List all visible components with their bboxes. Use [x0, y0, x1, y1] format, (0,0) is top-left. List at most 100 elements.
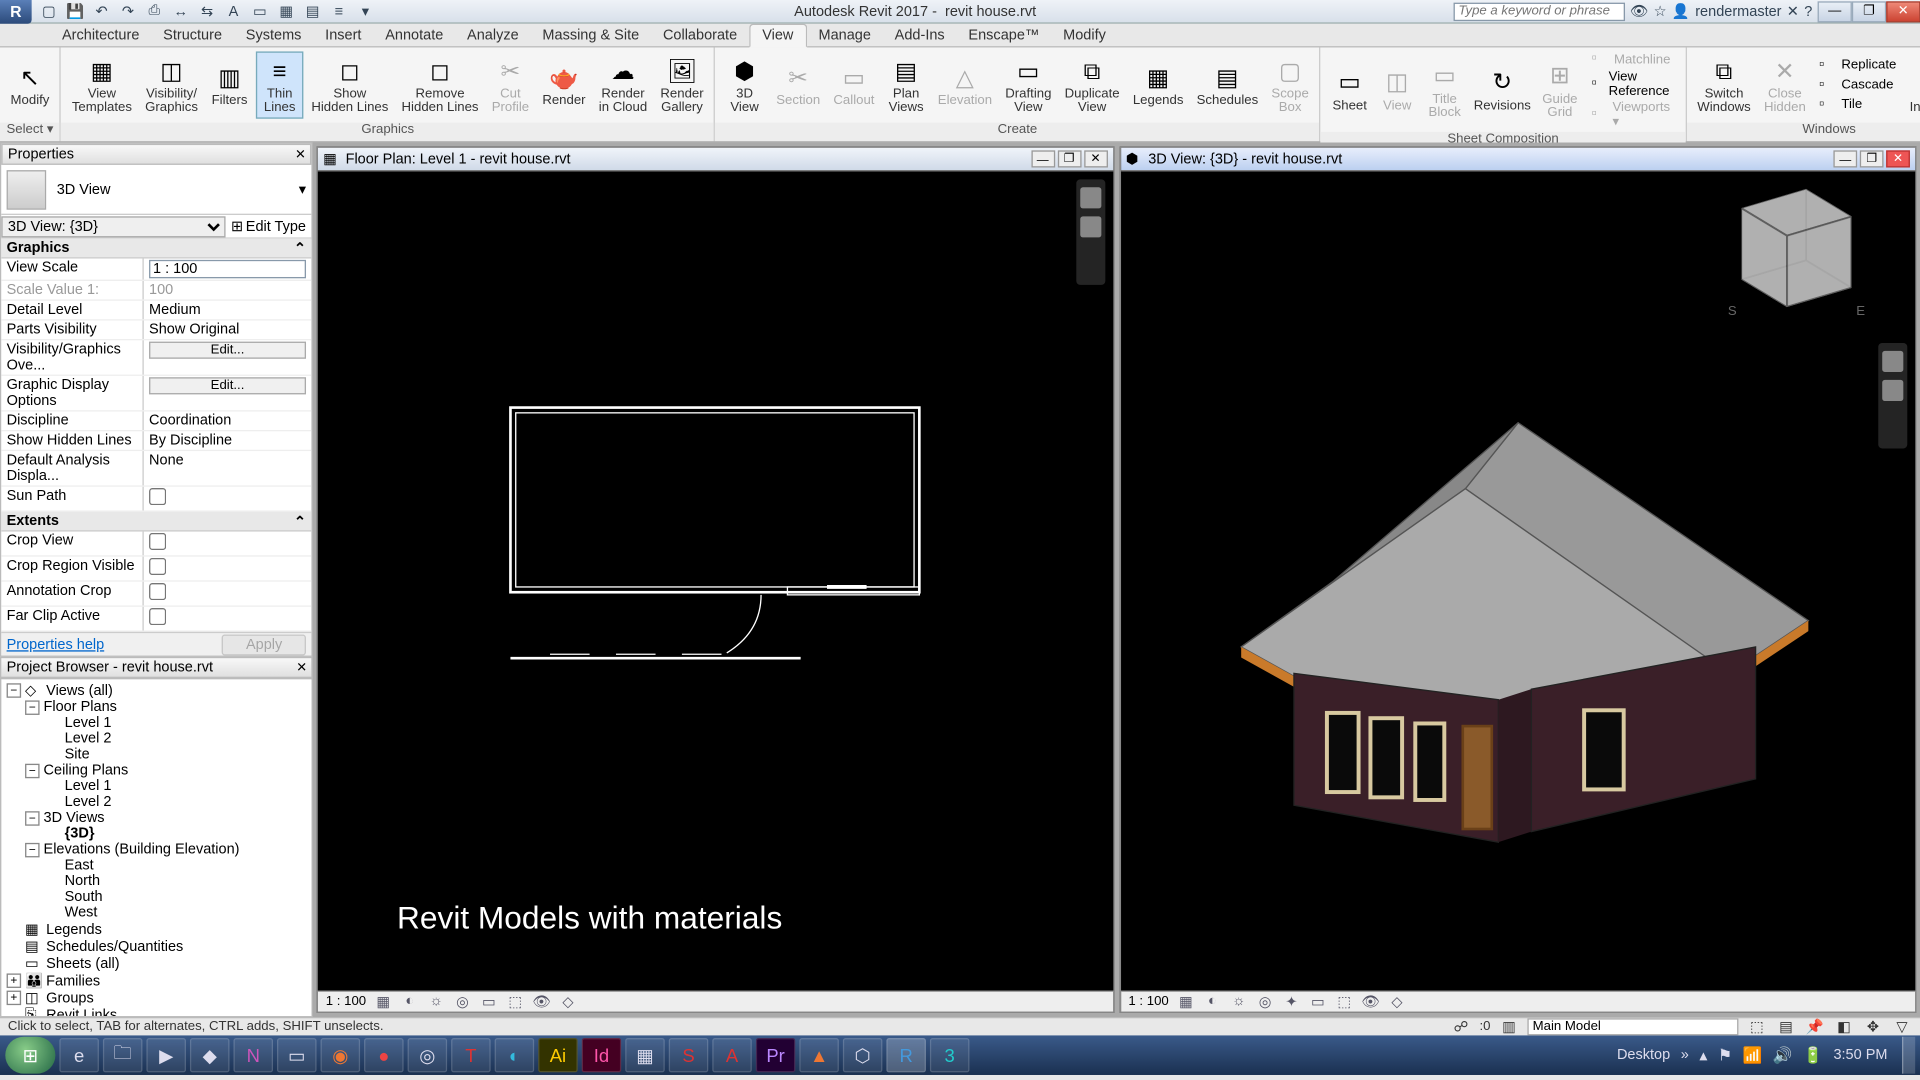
qat-print-icon[interactable]: ⎙ — [142, 1, 166, 22]
ribbon-button[interactable]: ▭Title Block — [1421, 57, 1468, 122]
qat-icon[interactable]: ↔ — [169, 1, 193, 22]
select-links-icon[interactable]: ⬚ — [1746, 1018, 1767, 1036]
tree-node[interactable]: North — [4, 873, 309, 889]
taskbar-app-icon[interactable]: S — [669, 1038, 709, 1072]
properties-help-link[interactable]: Properties help — [7, 636, 105, 652]
taskbar-firefox-icon[interactable]: ◉ — [321, 1038, 361, 1072]
property-checkbox[interactable] — [149, 558, 166, 575]
property-value[interactable] — [144, 607, 312, 631]
view-cube[interactable]: SE — [1717, 193, 1875, 325]
tree-node[interactable]: ▭Sheets (all) — [4, 955, 309, 972]
tree-node[interactable]: +👪Families — [4, 972, 309, 989]
tree-node[interactable]: {3D} — [4, 826, 309, 842]
taskbar-notepad-icon[interactable]: ▭ — [277, 1038, 317, 1072]
ribbon-tab-systems[interactable]: Systems — [234, 25, 313, 46]
dropdown-icon[interactable]: ▾ — [299, 181, 306, 198]
taskbar-app-icon[interactable]: ◐ — [495, 1038, 535, 1072]
select-underlay-icon[interactable]: ▤ — [1775, 1018, 1796, 1036]
property-input[interactable] — [149, 260, 306, 278]
tray-flag-icon[interactable]: ⚑ — [1718, 1046, 1732, 1064]
ribbon-button[interactable]: 🖼Render Gallery — [655, 53, 709, 118]
ribbon-tab-structure[interactable]: Structure — [151, 25, 234, 46]
taskbar-app-icon[interactable]: ⬡ — [843, 1038, 883, 1072]
select-pinned-icon[interactable]: 📌 — [1804, 1018, 1825, 1036]
qat-open-icon[interactable]: ▢ — [37, 1, 61, 22]
ribbon-button[interactable]: ▭Callout — [828, 59, 880, 110]
ribbon-tab-architecture[interactable]: Architecture — [50, 25, 151, 46]
property-value[interactable] — [144, 582, 312, 606]
crop-icon[interactable]: ▭ — [1309, 993, 1327, 1011]
pan-icon[interactable] — [1080, 216, 1101, 237]
ribbon-tab-collaborate[interactable]: Collaborate — [651, 25, 749, 46]
steering-wheel-icon[interactable] — [1080, 187, 1101, 208]
floorplan-canvas[interactable]: Revit Models with materials — [318, 171, 1113, 990]
tree-node[interactable]: −Ceiling Plans — [4, 762, 309, 778]
user-interface-button[interactable]: ▭User Interface — [1904, 53, 1920, 118]
taskbar-onenote-icon[interactable]: N — [233, 1038, 273, 1072]
sun-path-icon[interactable]: ☼ — [1229, 993, 1247, 1011]
shadows-icon[interactable]: ◎ — [453, 993, 471, 1011]
ribbon-tab-annotate[interactable]: Annotate — [373, 25, 455, 46]
taskbar-vlc-icon[interactable]: ▲ — [799, 1038, 839, 1072]
qat-text-icon[interactable]: A — [222, 1, 246, 22]
property-value[interactable]: Edit... — [144, 340, 312, 374]
reveal-icon[interactable]: ◇ — [559, 993, 577, 1011]
tray-network-icon[interactable]: 📶 — [1743, 1046, 1763, 1064]
ribbon-button[interactable]: ⧉Duplicate View — [1059, 53, 1125, 118]
taskbar-app-icon[interactable]: ◆ — [190, 1038, 230, 1072]
qat-undo-icon[interactable]: ↶ — [90, 1, 114, 22]
tree-node[interactable]: −◇Views (all) — [4, 682, 309, 699]
property-value[interactable]: Medium — [144, 301, 312, 319]
view-restore-button[interactable]: ❐ — [1057, 150, 1081, 167]
tree-node[interactable]: South — [4, 889, 309, 905]
taskbar-revit-icon[interactable]: R — [886, 1038, 926, 1072]
steering-wheel-icon[interactable] — [1882, 351, 1903, 372]
exchange-icon[interactable]: ✕ — [1787, 3, 1799, 20]
ribbon-small-button[interactable]: ▫Cascade — [1814, 76, 1902, 94]
property-edit-button[interactable]: Edit... — [149, 377, 306, 394]
tree-twisty-icon[interactable]: − — [25, 763, 40, 778]
tree-node[interactable]: −Floor Plans — [4, 699, 309, 715]
detail-level-icon[interactable]: ▦ — [374, 993, 392, 1011]
reveal-icon[interactable]: ◇ — [1388, 993, 1406, 1011]
taskbar-media-icon[interactable]: ▶ — [146, 1038, 186, 1072]
ribbon-button[interactable]: ≡Thin Lines — [256, 51, 303, 118]
ribbon-button[interactable]: △Elevation — [933, 59, 998, 110]
ribbon-button[interactable]: ◻Show Hidden Lines — [306, 53, 394, 118]
filter-icon[interactable]: ▥ — [1498, 1018, 1519, 1036]
drag-icon[interactable]: ✥ — [1862, 1018, 1883, 1036]
taskbar-chrome-icon[interactable]: ◎ — [408, 1038, 448, 1072]
property-checkbox[interactable] — [149, 583, 166, 600]
instance-selector[interactable]: 3D View: {3D} — [1, 216, 225, 237]
ribbon-small-button[interactable]: ▫Replicate — [1814, 56, 1902, 74]
navigation-bar[interactable] — [1076, 179, 1105, 285]
tree-node[interactable]: −Elevations (Building Elevation) — [4, 842, 309, 858]
ribbon-button[interactable]: 🫖Render — [537, 59, 591, 110]
view-close-button[interactable]: ✕ — [1084, 150, 1108, 167]
scale-label[interactable]: 1 : 100 — [1128, 995, 1168, 1010]
window-close-button[interactable]: ✕ — [1886, 1, 1920, 22]
view-window-header[interactable]: ⬢ 3D View: {3D} - revit house.rvt — ❐ ✕ — [1120, 148, 1915, 172]
qat-icon[interactable]: ▭ — [248, 1, 272, 22]
ribbon-tab-insert[interactable]: Insert — [313, 25, 373, 46]
visual-style-icon[interactable]: ◐ — [1203, 993, 1221, 1011]
tree-node[interactable]: East — [4, 857, 309, 873]
ribbon-button[interactable]: ☁Render in Cloud — [594, 53, 653, 118]
tree-twisty-icon[interactable]: − — [25, 811, 40, 826]
property-edit-button[interactable]: Edit... — [149, 342, 306, 359]
apply-button[interactable]: Apply — [222, 634, 306, 655]
tree-node[interactable]: Level 1 — [4, 778, 309, 794]
scale-label[interactable]: 1 : 100 — [326, 995, 366, 1010]
taskbar-premiere-icon[interactable]: Pr — [756, 1038, 796, 1072]
tray-up-icon[interactable]: ▴ — [1699, 1046, 1707, 1064]
crop-region-icon[interactable]: ⬚ — [506, 993, 524, 1011]
window-restore-button[interactable]: ❐ — [1852, 1, 1886, 22]
tree-twisty-icon[interactable]: + — [7, 991, 22, 1006]
ribbon-button[interactable]: ⊞Guide Grid — [1536, 57, 1583, 122]
taskbar-illustrator-icon[interactable]: Ai — [538, 1038, 578, 1072]
tree-node[interactable]: −3D Views — [4, 810, 309, 826]
tree-twisty-icon[interactable]: + — [7, 973, 22, 988]
tray-battery-icon[interactable]: 🔋 — [1803, 1046, 1823, 1064]
ribbon-button[interactable]: ✂Cut Profile — [486, 53, 534, 118]
detail-level-icon[interactable]: ▦ — [1177, 993, 1195, 1011]
